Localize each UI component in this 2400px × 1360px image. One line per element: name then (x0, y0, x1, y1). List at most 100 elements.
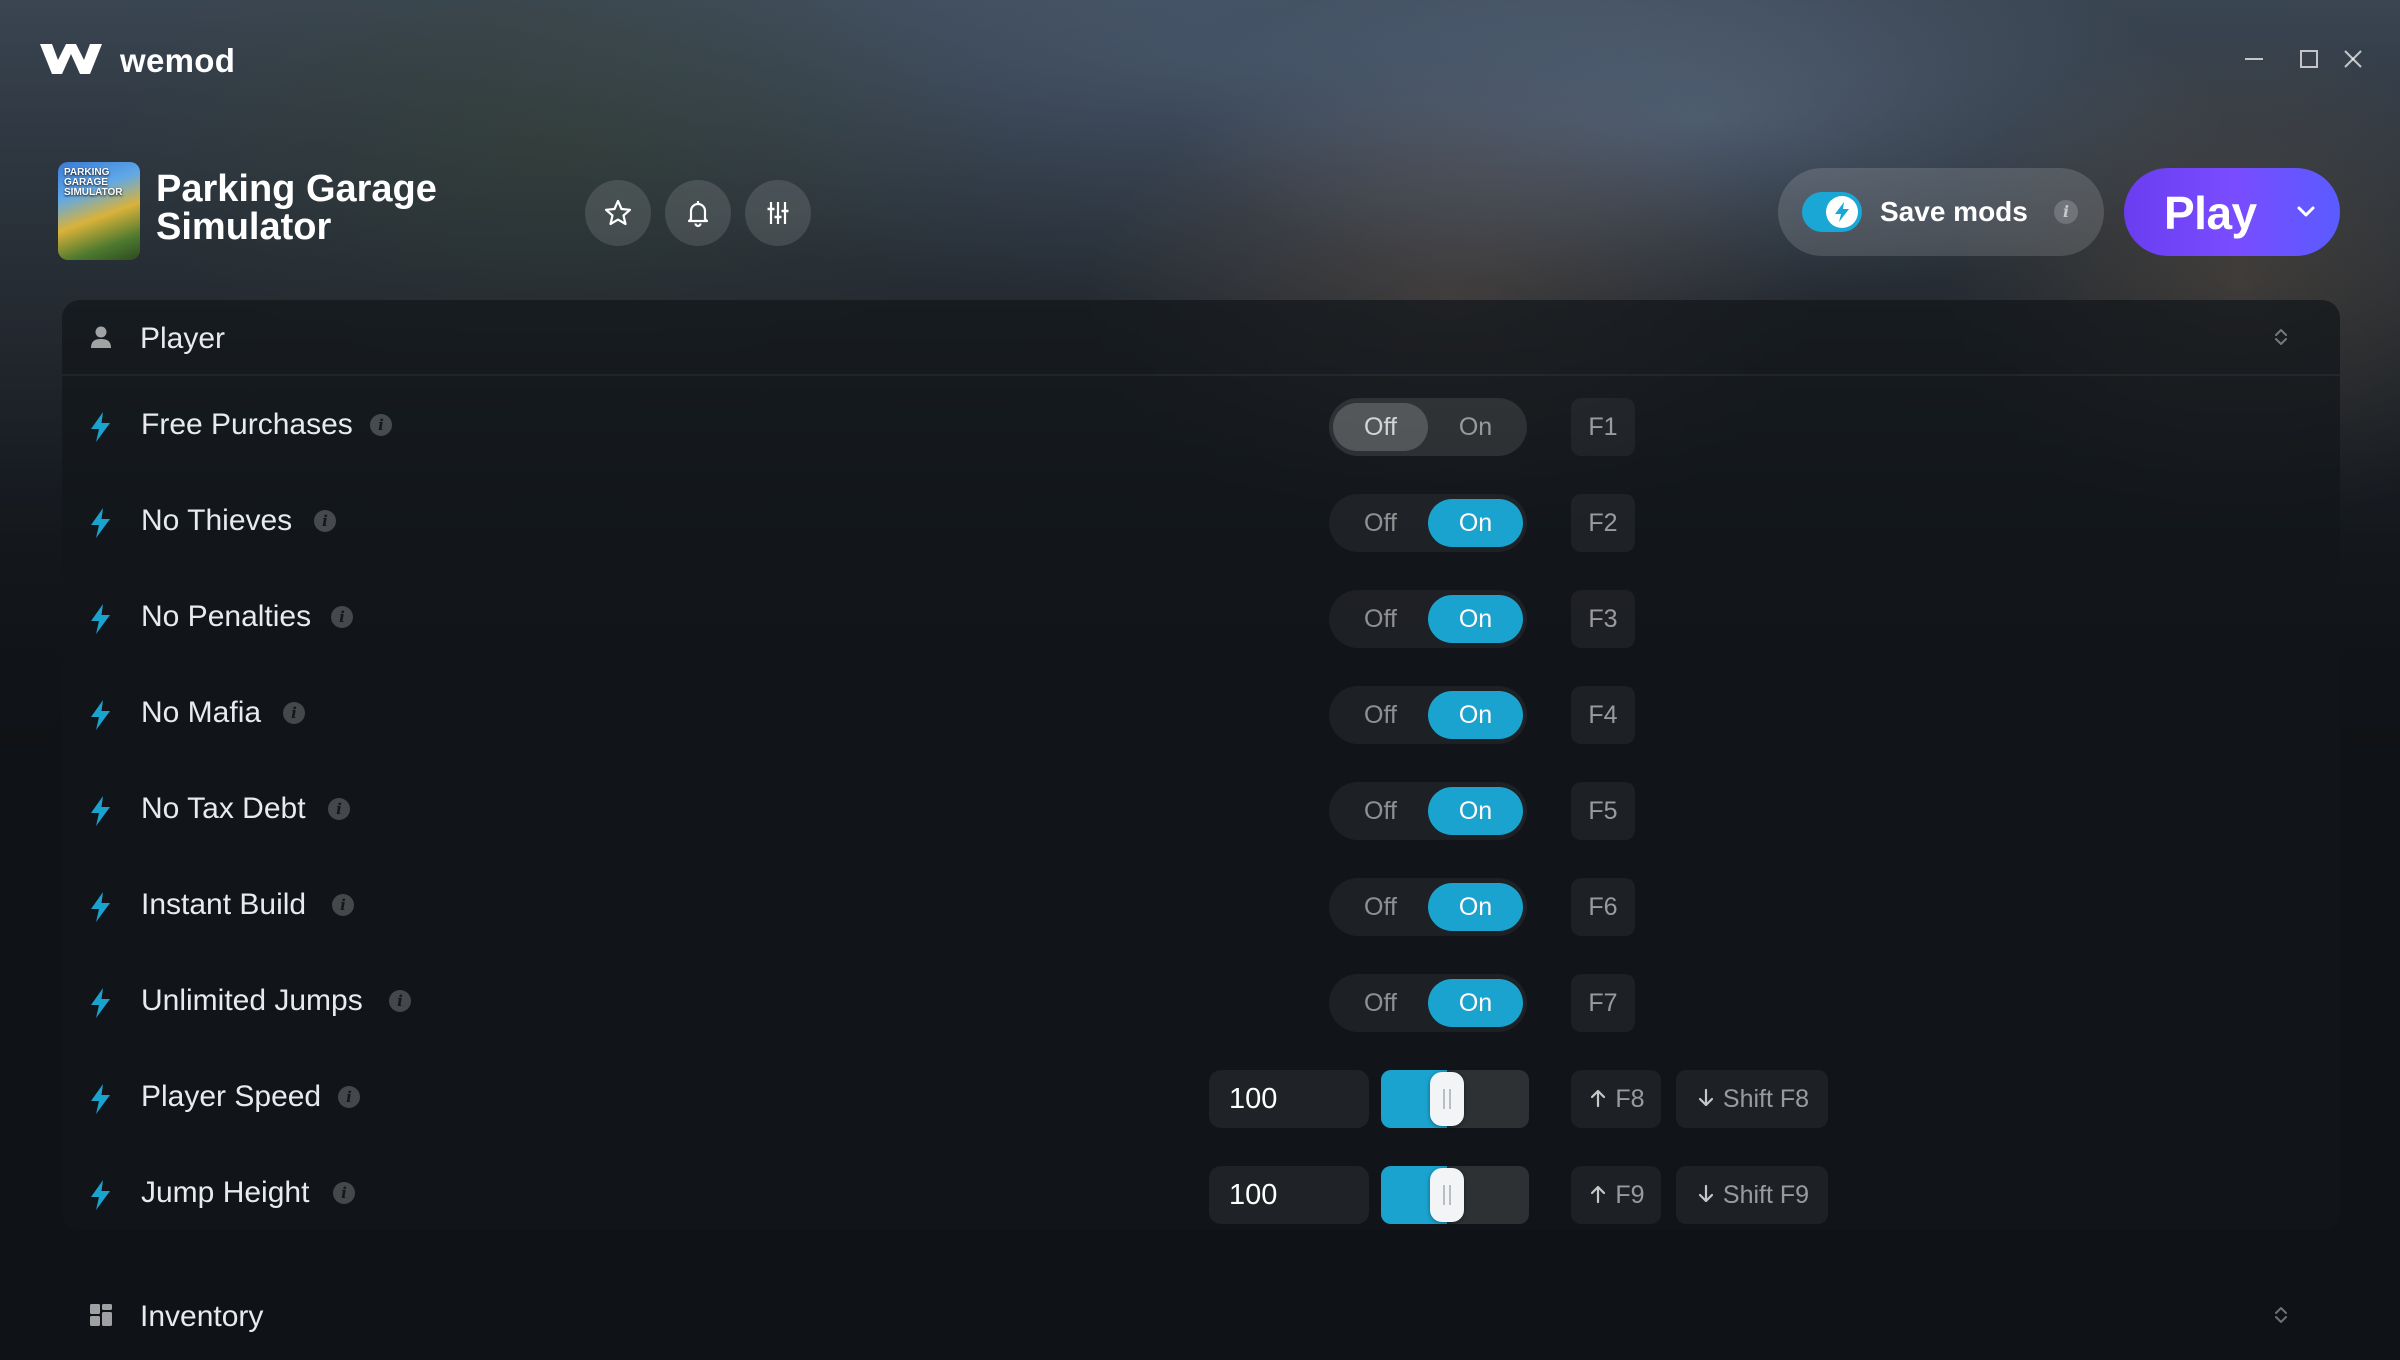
grid-icon (90, 1304, 112, 1326)
category-header-player[interactable]: Player (62, 300, 2340, 374)
info-icon[interactable]: i (389, 990, 411, 1012)
hotkey-decrease[interactable]: Shift F8 (1676, 1070, 1828, 1128)
mod-toggle[interactable]: Off On (1329, 590, 1527, 648)
category-header-inventory[interactable]: Inventory (62, 1278, 2340, 1352)
hotkey-increase[interactable]: F8 (1571, 1070, 1661, 1128)
hotkey-badge[interactable]: F6 (1571, 878, 1635, 936)
toggle-off-option[interactable]: Off (1333, 787, 1428, 835)
info-icon[interactable]: i (283, 702, 305, 724)
mod-toggle[interactable]: Off On (1329, 878, 1527, 936)
lightning-icon (86, 890, 114, 924)
settings-button[interactable] (745, 180, 811, 246)
info-icon[interactable]: i (328, 798, 350, 820)
mod-row: Instant Build i Off On F6 (62, 860, 2340, 956)
mod-row: No Tax Debt i Off On F5 (62, 764, 2340, 860)
toggle-off-option[interactable]: Off (1333, 499, 1428, 547)
bell-icon (687, 201, 709, 228)
person-icon (91, 326, 111, 348)
mod-toggle[interactable]: Off On (1329, 494, 1527, 552)
save-mods-label: Save mods (1880, 196, 2028, 227)
mod-row: Free Purchases i Off On F1 (62, 380, 2340, 476)
toggle-off-option[interactable]: Off (1333, 403, 1428, 451)
mod-label: Unlimited Jumps (141, 984, 363, 1017)
collapse-icon[interactable] (2268, 324, 2294, 350)
save-mods-button[interactable]: Save mods i (1778, 168, 2104, 256)
lightning-icon (86, 1178, 114, 1212)
game-title: Parking Garage Simulator (156, 170, 576, 246)
info-icon[interactable]: i (332, 894, 354, 916)
close-icon[interactable] (2338, 44, 2368, 74)
notifications-button[interactable] (665, 180, 731, 246)
mod-toggle[interactable]: Off On (1329, 782, 1527, 840)
lightning-icon (86, 602, 114, 636)
mod-label: No Thieves (141, 504, 293, 537)
save-mods-toggle[interactable] (1802, 192, 1862, 232)
hotkey-badge[interactable]: F3 (1571, 590, 1635, 648)
mod-label: Free Purchases (141, 408, 353, 441)
favorite-button[interactable] (585, 180, 651, 246)
info-icon[interactable]: i (314, 510, 336, 532)
minimize-icon[interactable] (2239, 44, 2269, 74)
mod-label: Instant Build (141, 888, 307, 921)
mod-toggle[interactable]: Off On (1329, 686, 1527, 744)
toggle-on-option[interactable]: On (1428, 499, 1523, 547)
value-input[interactable]: 100 (1209, 1166, 1369, 1224)
mod-row: Player Speed i 100 F8 Shift F8 (62, 1052, 2340, 1148)
maximize-icon[interactable] (2294, 44, 2324, 74)
toggle-on-option[interactable]: On (1428, 787, 1523, 835)
info-icon[interactable]: i (331, 606, 353, 628)
hotkey-badge[interactable]: F1 (1571, 398, 1635, 456)
lightning-icon (86, 986, 114, 1020)
mod-row: No Penalties i Off On F3 (62, 572, 2340, 668)
mod-toggle[interactable]: Off On (1329, 974, 1527, 1032)
toggle-on-option[interactable]: On (1428, 979, 1523, 1027)
sliders-icon (767, 202, 789, 224)
toggle-off-option[interactable]: Off (1333, 979, 1428, 1027)
hotkey-label: Shift F8 (1722, 1085, 1810, 1113)
arrow-down-icon (1695, 1085, 1723, 1113)
save-mods-info-icon[interactable]: i (2054, 200, 2078, 224)
lightning-icon (86, 1082, 114, 1116)
hotkey-badge[interactable]: F2 (1571, 494, 1635, 552)
play-button[interactable]: Play (2124, 168, 2340, 256)
value-slider[interactable] (1381, 1166, 1529, 1224)
info-icon[interactable]: i (370, 414, 392, 436)
arrow-up-icon (1587, 1085, 1615, 1113)
hotkey-badge[interactable]: F4 (1571, 686, 1635, 744)
collapse-icon[interactable] (2268, 1302, 2294, 1328)
divider (62, 374, 2340, 376)
hotkey-decrease[interactable]: Shift F9 (1676, 1166, 1828, 1224)
mod-row: Jump Height i 100 F9 Shift F9 (62, 1148, 2340, 1244)
arrow-up-icon (1587, 1181, 1615, 1209)
title-bar: wemod (0, 0, 2400, 120)
toggle-off-option[interactable]: Off (1333, 595, 1428, 643)
hotkey-label: F9 (1615, 1181, 1645, 1209)
lightning-icon (86, 410, 114, 444)
mod-toggle[interactable]: Off On (1329, 398, 1527, 456)
mod-row: Unlimited Jumps i Off On F7 (62, 956, 2340, 1052)
toggle-on-option[interactable]: On (1428, 595, 1523, 643)
toggle-on-option[interactable]: On (1428, 691, 1523, 739)
hotkey-label: F8 (1615, 1085, 1645, 1113)
play-label: Play (2164, 187, 2257, 239)
slider-thumb[interactable] (1430, 1168, 1464, 1222)
hotkey-increase[interactable]: F9 (1571, 1166, 1661, 1224)
toggle-on-option[interactable]: On (1428, 403, 1523, 451)
mod-label: Jump Height (141, 1176, 310, 1209)
value-slider[interactable] (1381, 1070, 1529, 1128)
lightning-icon (86, 506, 114, 540)
info-icon[interactable]: i (338, 1086, 360, 1108)
hotkey-badge[interactable]: F5 (1571, 782, 1635, 840)
toggle-on-option[interactable]: On (1428, 883, 1523, 931)
info-icon[interactable]: i (333, 1182, 355, 1204)
hotkey-badge[interactable]: F7 (1571, 974, 1635, 1032)
toggle-off-option[interactable]: Off (1333, 883, 1428, 931)
star-icon (604, 199, 632, 226)
mod-label: No Penalties (141, 600, 312, 633)
arrow-down-icon (1695, 1181, 1723, 1209)
mod-row: No Thieves i Off On F2 (62, 476, 2340, 572)
slider-thumb[interactable] (1430, 1072, 1464, 1126)
chevron-down-icon[interactable] (2292, 198, 2320, 226)
toggle-off-option[interactable]: Off (1333, 691, 1428, 739)
value-input[interactable]: 100 (1209, 1070, 1369, 1128)
